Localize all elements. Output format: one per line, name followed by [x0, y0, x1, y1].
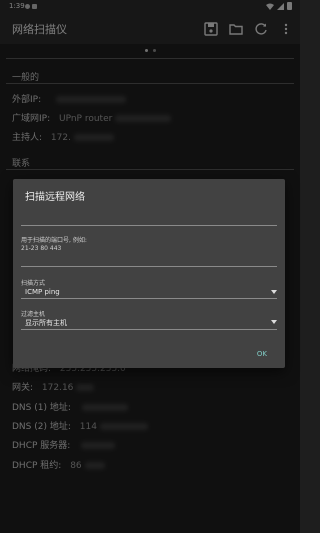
network-address-input[interactable]: [21, 225, 277, 226]
ports-input[interactable]: [21, 266, 277, 267]
dialog-title: 扫描远程网络: [25, 192, 85, 203]
filter-hosts-underline: [21, 329, 277, 330]
chevron-down-icon: [271, 320, 277, 324]
filter-hosts-value: 显示所有主机: [25, 319, 67, 327]
scan-method-underline: [21, 298, 277, 299]
ok-button[interactable]: OK: [257, 350, 267, 358]
scan-remote-network-dialog: 扫描远程网络 用于扫描的端口号, 例如: 21-23 80 443 扫描方式 I…: [13, 179, 285, 368]
filter-hosts-select[interactable]: 显示所有主机: [25, 318, 277, 328]
ports-hint: 用于扫描的端口号, 例如: 21-23 80 443: [21, 237, 87, 253]
scan-method-select[interactable]: ICMP ping: [25, 288, 277, 296]
filter-hosts-label: 过滤主机: [21, 311, 46, 318]
scan-method-value: ICMP ping: [25, 288, 60, 296]
chevron-down-icon: [271, 290, 277, 294]
scan-method-label: 扫描方式: [21, 280, 46, 287]
ports-hint-line2: 21-23 80 443: [21, 245, 62, 252]
ports-hint-line1: 用于扫描的端口号, 例如:: [21, 237, 87, 244]
